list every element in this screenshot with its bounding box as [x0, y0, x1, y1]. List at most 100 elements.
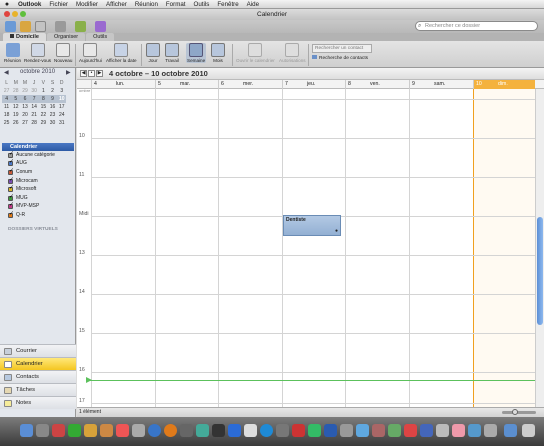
dock-app-icon[interactable] [340, 424, 353, 437]
calendar-item[interactable]: Microsoft [8, 185, 36, 193]
week-view-button[interactable]: Semaine [186, 43, 207, 63]
firefox-icon[interactable] [164, 424, 177, 437]
checkbox-icon[interactable] [8, 177, 14, 184]
dock-app-icon[interactable] [260, 424, 273, 437]
vertical-scrollbar[interactable] [535, 89, 544, 407]
calendar-item[interactable]: Q-R [8, 211, 25, 219]
mini-day[interactable]: 19 [11, 111, 20, 119]
day-header[interactable]: 7 jeu. [282, 80, 345, 89]
mini-day[interactable]: 17 [57, 103, 66, 111]
mini-day[interactable]: 14 [30, 103, 39, 111]
dock-app-icon[interactable] [100, 424, 113, 437]
dock-app-icon[interactable] [404, 424, 417, 437]
dock-app-icon[interactable] [484, 424, 497, 437]
mini-day[interactable]: 18 [2, 111, 11, 119]
mini-day[interactable]: 27 [2, 87, 11, 95]
dock-app-icon[interactable] [52, 424, 65, 437]
mini-day[interactable]: 27 [20, 119, 29, 127]
day-header[interactable]: 9 sam. [409, 80, 473, 89]
minimize-window-button[interactable] [12, 11, 18, 17]
day-header[interactable]: 6 mer. [218, 80, 282, 89]
dock-app-icon[interactable] [324, 424, 337, 437]
menu-modifier[interactable]: Modifier [72, 1, 102, 8]
mini-day[interactable]: 21 [30, 111, 39, 119]
mini-day[interactable]: 4 [2, 95, 12, 103]
dock-app-icon[interactable] [196, 424, 209, 437]
mini-day-today[interactable]: 10 [57, 95, 67, 103]
mini-day[interactable]: 24 [57, 111, 66, 119]
tab-domicile[interactable]: Domicile [3, 33, 46, 41]
dock-app-icon[interactable] [116, 424, 129, 437]
dock-app-icon[interactable] [452, 424, 465, 437]
scroll-thumb[interactable] [537, 217, 543, 325]
calendar-item[interactable]: AUG [8, 159, 27, 167]
mini-day[interactable]: 26 [11, 119, 20, 127]
calendars-group-header[interactable]: Calendrier [2, 143, 74, 151]
calendar-item[interactable]: Aucune catégorie [8, 151, 55, 159]
checkbox-icon[interactable] [8, 194, 14, 201]
calendar-item[interactable]: MVP-MSP [8, 202, 39, 210]
checkbox-icon[interactable] [8, 168, 14, 175]
menu-afficher[interactable]: Afficher [102, 1, 131, 8]
menu-fichier[interactable]: Fichier [45, 1, 72, 8]
finder-icon[interactable] [20, 424, 33, 437]
mini-day[interactable]: 5 [11, 95, 21, 103]
menu-app-name[interactable]: Outlook [14, 1, 45, 8]
dock-app-icon[interactable] [68, 424, 81, 437]
mini-day[interactable]: 9 [47, 95, 58, 103]
mini-day[interactable]: 13 [20, 103, 29, 111]
calendar-item[interactable]: Microcam [8, 177, 38, 185]
menu-aide[interactable]: Aide [243, 1, 263, 8]
mini-day[interactable]: 29 [20, 87, 29, 95]
mini-day[interactable]: 1 [39, 87, 48, 95]
month-view-button[interactable]: Mois [211, 43, 225, 63]
zoom-slider-knob[interactable] [512, 409, 518, 415]
open-calendar-button[interactable]: Ouvrir le calendrier [236, 43, 275, 63]
dock-app-icon[interactable] [308, 424, 321, 437]
zoom-window-button[interactable] [20, 11, 26, 17]
mini-day[interactable]: 2 [48, 87, 57, 95]
mini-day[interactable]: 30 [30, 87, 39, 95]
trash-icon[interactable] [522, 424, 535, 437]
calendar-item[interactable]: MUG [8, 194, 28, 202]
new-button[interactable]: Nouveau [54, 43, 72, 63]
folder-icon[interactable] [20, 21, 31, 32]
checkbox-icon[interactable] [8, 202, 14, 209]
dock-app-icon[interactable] [276, 424, 289, 437]
close-window-button[interactable] [4, 11, 10, 17]
dock-app-icon[interactable] [292, 424, 305, 437]
menu-fenetre[interactable]: Fenêtre [213, 1, 242, 8]
calendar-event[interactable]: Dentiste ● [283, 215, 341, 236]
day-header[interactable]: 4 lun. [91, 80, 155, 89]
calendar-item[interactable]: Conum [8, 168, 32, 176]
dock-app-icon[interactable] [228, 424, 241, 437]
zoom-slider[interactable] [502, 409, 536, 415]
mini-day[interactable]: 30 [48, 119, 57, 127]
undo-icon[interactable] [75, 21, 86, 32]
tab-organiser[interactable]: Organiser [46, 33, 86, 41]
dock-app-icon[interactable] [36, 424, 49, 437]
new-item-icon[interactable] [5, 21, 16, 32]
next-week-button[interactable]: ▶ [96, 70, 103, 77]
time-grid[interactable]: ombre 10 11 Midi 13 14 15 16 17 Dentiste… [77, 89, 544, 407]
mini-day[interactable]: 7 [29, 95, 39, 103]
print-icon[interactable] [55, 21, 66, 32]
contact-search-input[interactable]: Rechercher un contact [312, 44, 372, 53]
checkbox-icon[interactable] [8, 211, 14, 218]
dock-app-icon[interactable] [420, 424, 433, 437]
dock-app-icon[interactable] [436, 424, 449, 437]
show-date-button[interactable]: Afficher la date [106, 43, 137, 63]
today-column[interactable] [473, 89, 537, 407]
work-week-button[interactable]: Travail [165, 43, 179, 63]
tab-outils[interactable]: Outils [86, 33, 115, 41]
mini-day[interactable]: 31 [57, 119, 66, 127]
mini-day[interactable]: 22 [39, 111, 48, 119]
mini-day[interactable]: 16 [48, 103, 57, 111]
sync-icon[interactable] [95, 21, 106, 32]
nav-taches[interactable]: Tâches [0, 383, 76, 396]
downloads-stack-icon[interactable] [504, 424, 517, 437]
menu-reunion[interactable]: Réunion [131, 1, 162, 8]
menu-outils[interactable]: Outils [190, 1, 214, 8]
save-icon[interactable] [35, 21, 46, 32]
safari-icon[interactable] [148, 424, 161, 437]
